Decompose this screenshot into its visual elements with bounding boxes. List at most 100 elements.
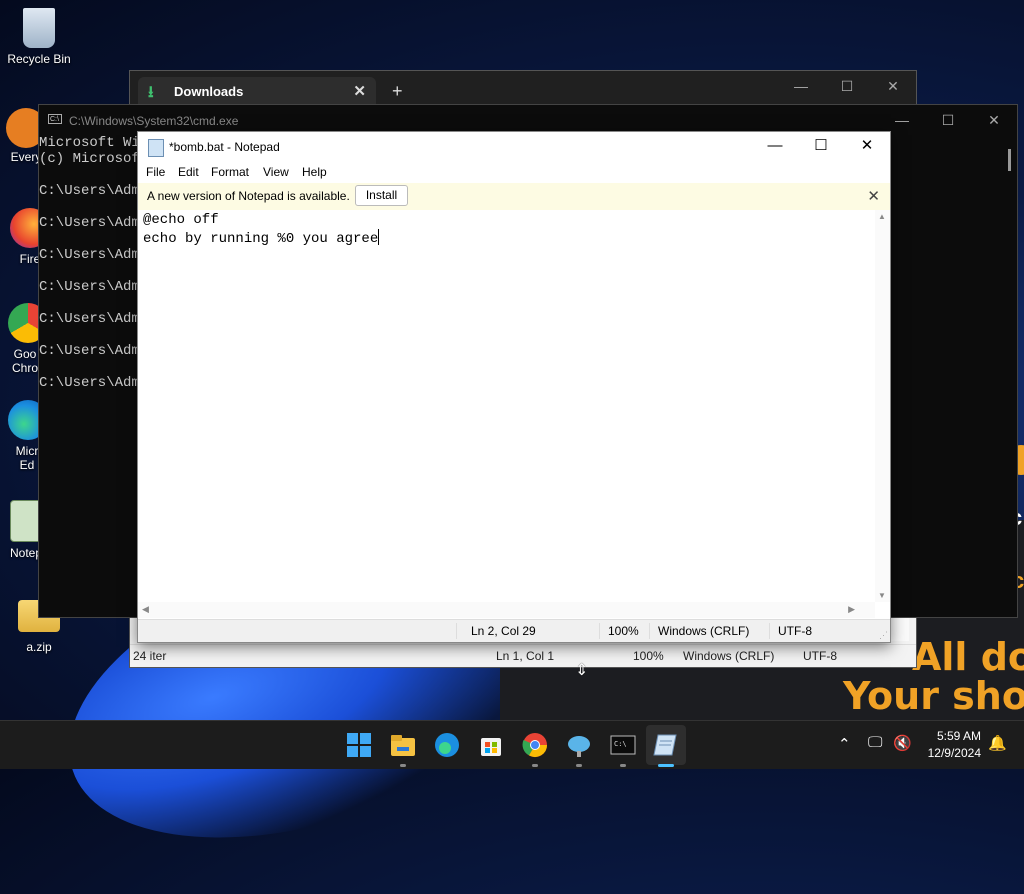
cmd-line bbox=[39, 263, 140, 279]
menu-format[interactable]: Format bbox=[211, 165, 249, 179]
cmd-line: C:\Users\Adm bbox=[39, 343, 140, 359]
encoding: UTF-8 bbox=[778, 624, 812, 638]
cmd-line bbox=[39, 327, 140, 343]
promo-text: All dor bbox=[912, 635, 1024, 679]
cmd-line bbox=[39, 359, 140, 375]
new-tab-button[interactable]: + bbox=[392, 81, 403, 102]
explorer-status-bar: 24 iter Ln 1, Col 1 100% Windows (CRLF) … bbox=[130, 644, 916, 667]
status-divider bbox=[769, 623, 770, 639]
notepad-icon[interactable] bbox=[650, 729, 682, 761]
maximize-icon[interactable]: ☐ bbox=[824, 71, 870, 101]
svg-text:C:\: C:\ bbox=[614, 740, 627, 748]
desktop-icon-label: Goo Chro bbox=[11, 347, 38, 375]
menu-bar: File Edit Format View Help bbox=[138, 162, 890, 184]
menu-file[interactable]: File bbox=[146, 165, 165, 179]
item-count: 24 iter bbox=[133, 649, 167, 663]
window-controls: — ☐ ✕ bbox=[778, 71, 916, 101]
menu-help[interactable]: Help bbox=[302, 165, 327, 179]
window-title: *bomb.bat - Notepad bbox=[169, 140, 280, 154]
close-icon[interactable]: ✕ bbox=[971, 105, 1017, 135]
resize-cursor-icon: ⇕ bbox=[575, 662, 589, 679]
cursor-position: Ln 1, Col 1 bbox=[496, 649, 555, 663]
status-divider bbox=[649, 623, 650, 639]
promo-text: Your shor bbox=[843, 674, 1024, 718]
running-indicator bbox=[532, 764, 538, 767]
desktop-icon-label: a.zip bbox=[26, 640, 52, 654]
status-bar: Ln 2, Col 29 100% Windows (CRLF) UTF-8 ⋰ bbox=[138, 619, 890, 642]
close-tab-icon[interactable]: ✕ bbox=[353, 82, 366, 100]
editor-line: echo by running %0 you agree bbox=[143, 231, 379, 247]
status-divider bbox=[599, 623, 600, 639]
cmd-line bbox=[39, 295, 140, 311]
status-divider bbox=[456, 623, 457, 639]
notepad-title-bar: *bomb.bat - Notepad — ☐ ✕ bbox=[138, 132, 890, 162]
volume-muted-icon[interactable]: 🔇 bbox=[893, 734, 912, 752]
menu-edit[interactable]: Edit bbox=[178, 165, 199, 179]
chevron-up-icon[interactable]: ⌃ bbox=[838, 735, 851, 753]
minimize-icon[interactable]: — bbox=[778, 71, 824, 101]
cmd-line: C:\Users\Adm bbox=[39, 375, 140, 391]
cmd-line: Microsoft Wi bbox=[39, 135, 140, 151]
install-button[interactable]: Install bbox=[355, 185, 408, 206]
update-banner: A new version of Notepad is available. I… bbox=[138, 183, 890, 210]
tab-downloads[interactable]: ⭳ Downloads ✕ bbox=[138, 77, 376, 105]
text-editor[interactable]: @echo off echo by running %0 you agree bbox=[143, 211, 380, 248]
running-indicator bbox=[400, 764, 406, 767]
horizontal-scrollbar[interactable]: ◀ ▶ bbox=[138, 602, 875, 618]
running-indicator bbox=[576, 764, 582, 767]
scroll-down-icon[interactable]: ▼ bbox=[878, 591, 886, 600]
network-status-icon[interactable]: 🖵 bbox=[868, 734, 882, 751]
desktop-icon-label: Recycle Bin bbox=[7, 52, 71, 66]
edge-icon[interactable] bbox=[431, 729, 463, 761]
window-title: C:\Windows\System32\cmd.exe bbox=[69, 114, 239, 128]
clock-time[interactable]: 5:59 AM bbox=[915, 729, 981, 743]
encoding: UTF-8 bbox=[803, 649, 837, 663]
terminal-icon[interactable]: C:\ bbox=[607, 729, 639, 761]
window-controls: — ☐ ✕ bbox=[879, 105, 1017, 135]
maximize-icon[interactable]: ☐ bbox=[798, 132, 844, 160]
notepad-icon bbox=[148, 139, 164, 157]
cmd-output[interactable]: Microsoft Wi (c) Microsof C:\Users\Adm C:\U… bbox=[39, 135, 140, 391]
network-icon[interactable] bbox=[563, 729, 595, 761]
close-banner-icon[interactable]: ✕ bbox=[867, 187, 880, 205]
cursor-position: Ln 2, Col 29 bbox=[471, 624, 536, 638]
tab-label: Downloads bbox=[174, 84, 244, 99]
cmd-line bbox=[39, 167, 140, 183]
cmd-line bbox=[39, 231, 140, 247]
chrome-icon[interactable] bbox=[519, 729, 551, 761]
cmd-line: C:\Users\Adm bbox=[39, 247, 140, 263]
resize-grip-icon[interactable]: ⋰ bbox=[879, 630, 888, 641]
zoom-level: 100% bbox=[633, 649, 664, 663]
close-icon[interactable]: ✕ bbox=[844, 132, 890, 160]
clock-date[interactable]: 12/9/2024 bbox=[915, 746, 981, 760]
maximize-icon[interactable]: ☐ bbox=[925, 105, 971, 135]
recycle-bin-icon bbox=[23, 8, 55, 48]
cmd-icon: C:\ bbox=[48, 114, 62, 124]
menu-view[interactable]: View bbox=[263, 165, 289, 179]
cmd-scrollbar-thumb[interactable] bbox=[1008, 149, 1011, 171]
notification-bell-icon[interactable]: 🔔 bbox=[988, 734, 1007, 752]
scroll-up-icon[interactable]: ▲ bbox=[878, 212, 886, 221]
zoom-level: 100% bbox=[608, 624, 639, 638]
store-icon[interactable] bbox=[475, 729, 507, 761]
start-icon[interactable] bbox=[343, 729, 375, 761]
update-message: A new version of Notepad is available. bbox=[147, 189, 350, 203]
file-explorer-icon[interactable] bbox=[387, 729, 419, 761]
notepad-window[interactable]: *bomb.bat - Notepad — ☐ ✕ File Edit Format… bbox=[137, 131, 891, 643]
window-controls: — ☐ ✕ bbox=[752, 132, 890, 160]
minimize-icon[interactable]: — bbox=[752, 132, 798, 160]
vertical-scrollbar[interactable]: ▲ ▼ bbox=[875, 210, 890, 602]
cmd-line: C:\Users\Adm bbox=[39, 279, 140, 295]
desktop-icon-recycle-bin[interactable]: Recycle Bin bbox=[1, 8, 77, 66]
cmd-line: C:\Users\Adm bbox=[39, 183, 140, 199]
cmd-line: (c) Microsof bbox=[39, 151, 140, 167]
editor-line: @echo off bbox=[143, 212, 219, 228]
line-ending: Windows (CRLF) bbox=[658, 624, 750, 638]
cmd-line: C:\Users\Adm bbox=[39, 215, 140, 231]
taskbar: C:\ ⌃ 🖵 🔇 5:59 AM 12/9/2024 🔔 bbox=[0, 720, 1024, 769]
text-caret bbox=[378, 229, 380, 245]
close-icon[interactable]: ✕ bbox=[870, 71, 916, 101]
scroll-right-icon[interactable]: ▶ bbox=[848, 604, 855, 615]
scroll-left-icon[interactable]: ◀ bbox=[142, 604, 149, 615]
running-indicator bbox=[620, 764, 626, 767]
